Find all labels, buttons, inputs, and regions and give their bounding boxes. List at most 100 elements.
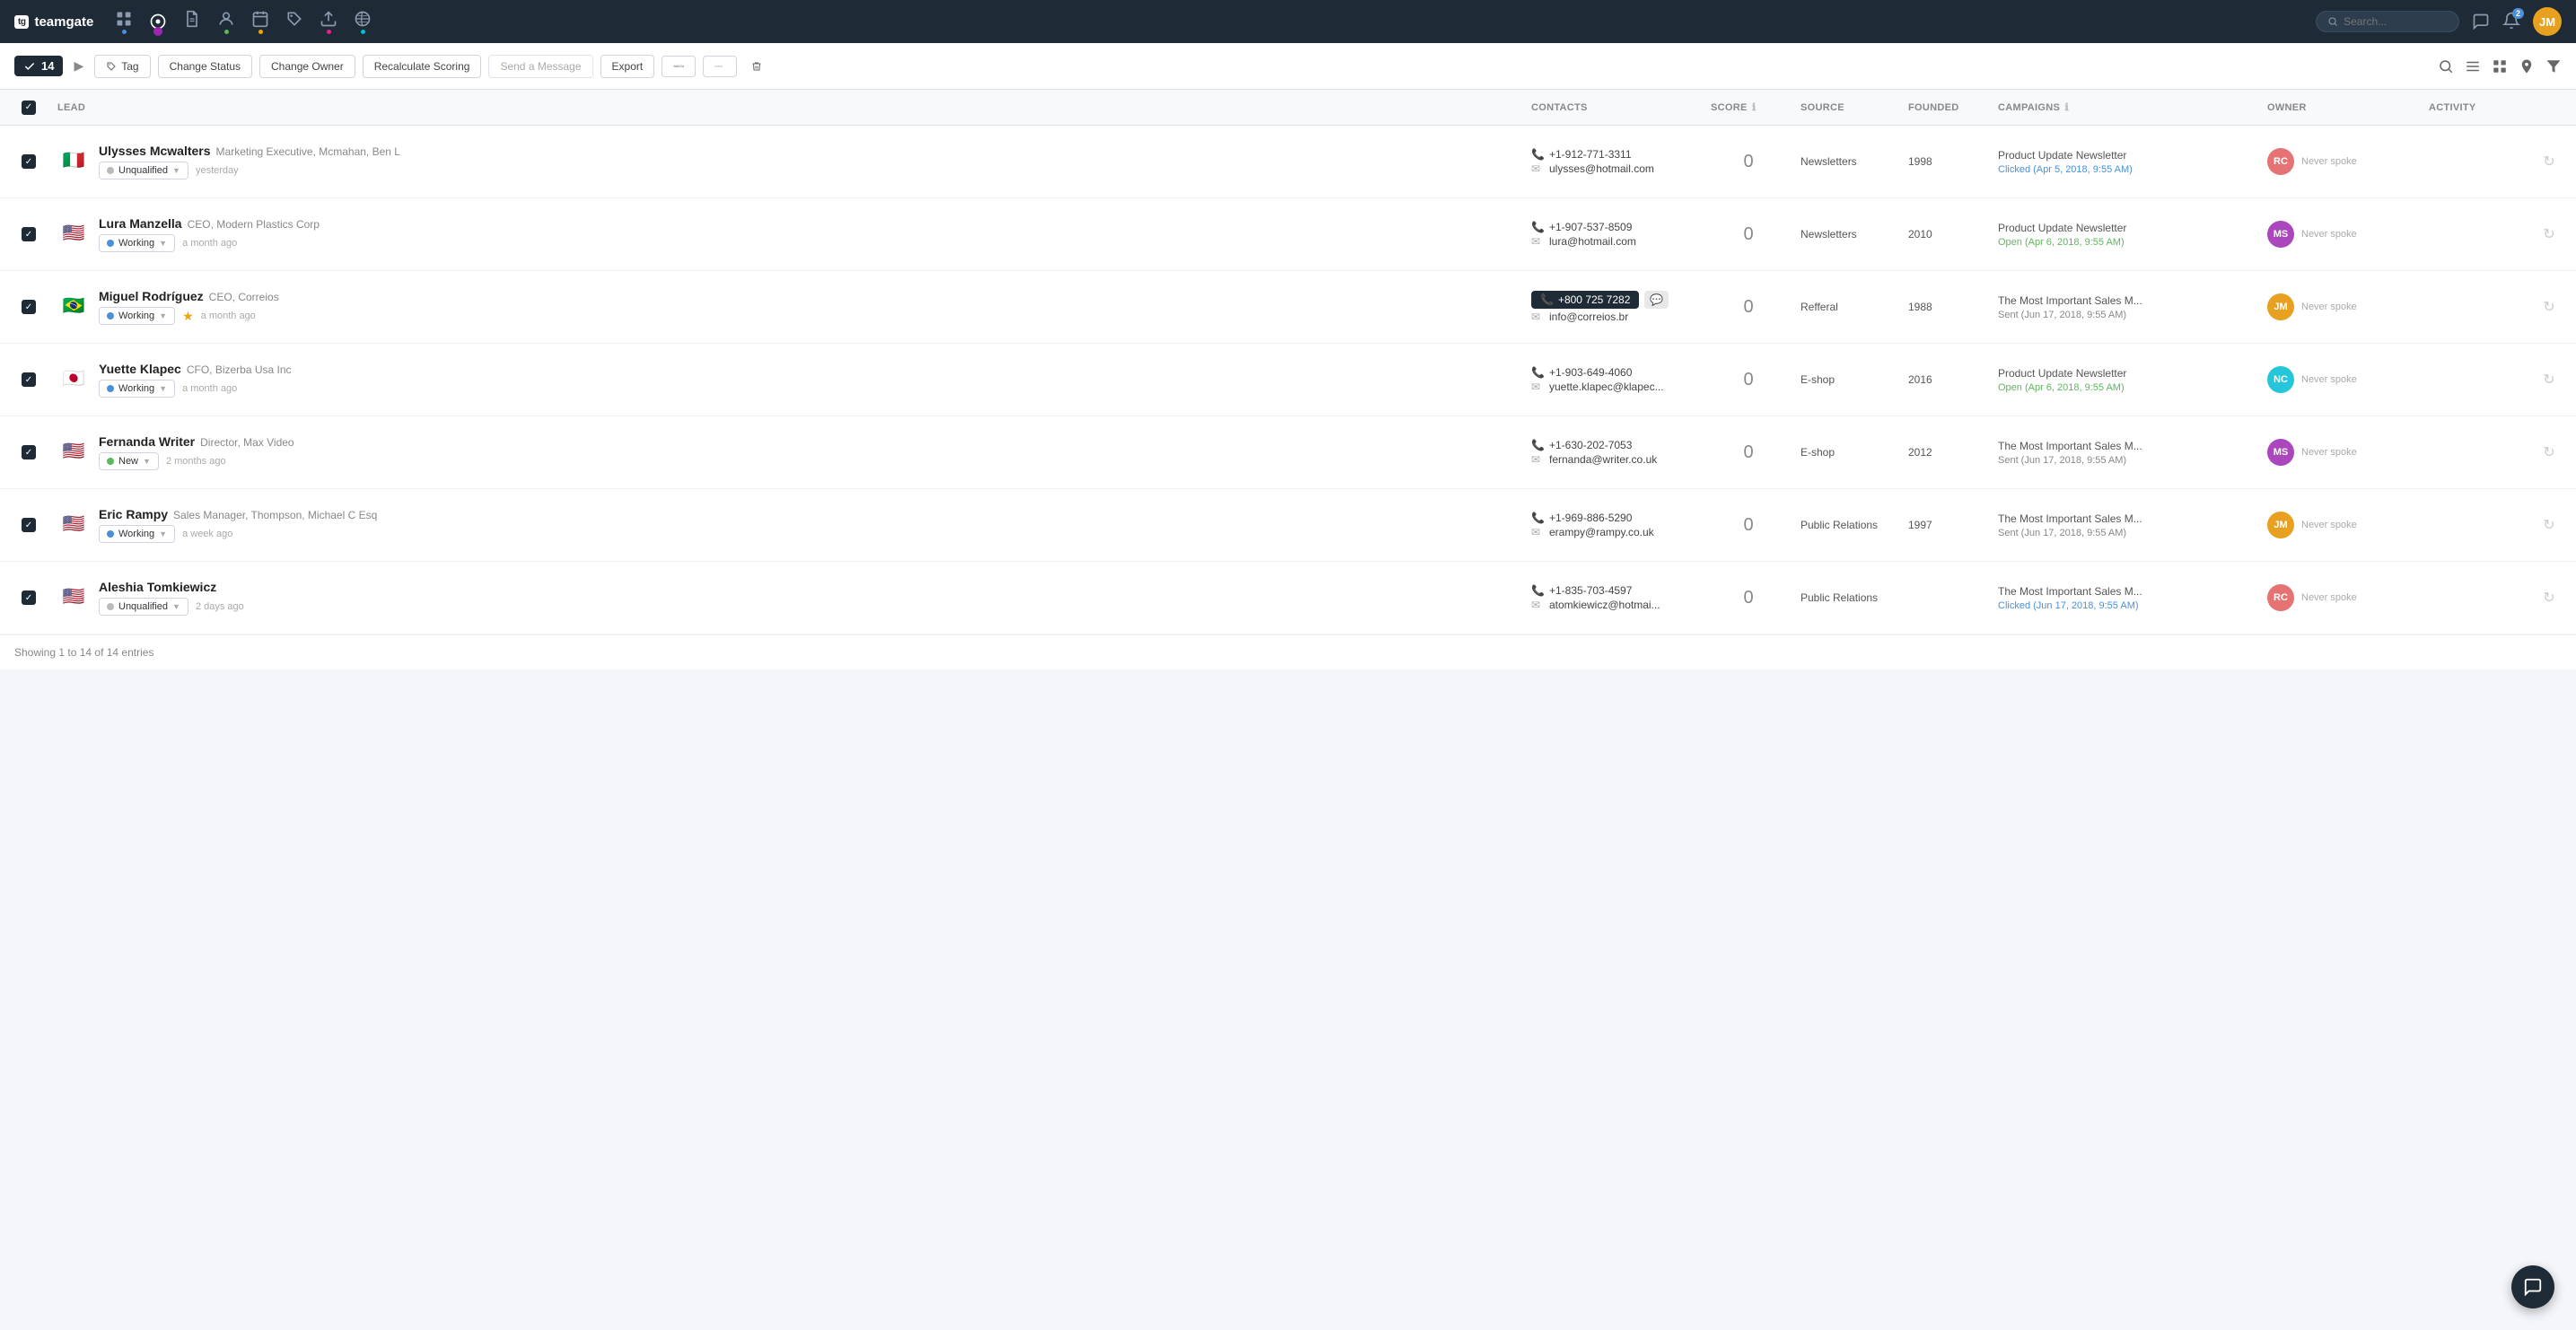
delete-button[interactable] <box>744 57 769 76</box>
grid-view-icon[interactable] <box>2492 58 2508 74</box>
lead-name[interactable]: Eric Rampy <box>99 507 168 521</box>
list-view-icon[interactable] <box>2465 58 2481 74</box>
lead-name[interactable]: Aleshia Tomkiewicz <box>99 580 216 594</box>
row-checkbox-cell[interactable] <box>7 300 50 314</box>
refresh-cell[interactable]: ↻ <box>2529 443 2569 461</box>
lead-name[interactable]: Ulysses Mcwalters <box>99 144 211 158</box>
nav-contacts[interactable] <box>149 13 167 31</box>
nav-calendar[interactable] <box>251 10 269 34</box>
refresh-icon[interactable]: ↻ <box>2543 516 2554 534</box>
refresh-cell[interactable]: ↻ <box>2529 153 2569 171</box>
score-info-icon: ℹ <box>1752 102 1756 113</box>
nav-right: 2 JM <box>2316 7 2562 36</box>
lead-info: Miguel Rodríguez CEO, Correios Working ▼… <box>99 289 279 325</box>
app-logo[interactable]: tg teamgate <box>14 14 93 30</box>
header-campaigns: Campaigns ℹ <box>1991 101 2260 113</box>
campaign-cell: The Most Important Sales M... Sent (Jun … <box>1991 512 2260 538</box>
user-avatar-top[interactable]: JM <box>2533 7 2562 36</box>
nav-people[interactable] <box>217 10 235 34</box>
status-badge[interactable]: Working ▼ <box>99 234 175 252</box>
refresh-icon[interactable]: ↻ <box>2543 225 2554 243</box>
top-search[interactable] <box>2316 11 2459 32</box>
row-checkbox[interactable] <box>22 154 36 169</box>
campaign-cell: The Most Important Sales M... Sent (Jun … <box>1991 440 2260 466</box>
lead-flag: 🇯🇵 <box>57 362 90 394</box>
status-badge[interactable]: Unqualified ▼ <box>99 598 188 616</box>
selected-count-badge[interactable]: 14 <box>14 56 63 76</box>
row-checkbox[interactable] <box>22 300 36 314</box>
campaign-cell: Product Update Newsletter Open (Apr 6, 2… <box>1991 367 2260 393</box>
campaign-cell: Product Update Newsletter Clicked (Apr 5… <box>1991 149 2260 175</box>
refresh-cell[interactable]: ↻ <box>2529 298 2569 316</box>
nav-messages[interactable] <box>2472 13 2490 31</box>
lead-cell: 🇧🇷 Miguel Rodríguez CEO, Correios Workin… <box>50 289 1524 325</box>
row-checkbox[interactable] <box>22 372 36 387</box>
row-checkbox-cell[interactable] <box>7 154 50 169</box>
search-toggle-icon[interactable] <box>2438 58 2454 74</box>
lead-name[interactable]: Fernanda Writer <box>99 434 195 449</box>
row-checkbox-cell[interactable] <box>7 372 50 387</box>
contacts-cell: 📞 +1-630-202-7053 ✉ fernanda@writer.co.u… <box>1524 437 1704 468</box>
header-contacts: Contacts <box>1524 102 1704 113</box>
refresh-cell[interactable]: ↻ <box>2529 225 2569 243</box>
lead-name[interactable]: Yuette Klapec <box>99 362 181 376</box>
lead-flag: 🇮🇹 <box>57 144 90 176</box>
lead-name[interactable]: Miguel Rodríguez <box>99 289 204 303</box>
mailchimp-button[interactable]: MailChimp <box>662 56 696 77</box>
chat-widget[interactable] <box>2511 1265 2554 1308</box>
map-view-icon[interactable] <box>2519 58 2535 74</box>
owner-cell: JM Never spoke <box>2260 293 2422 320</box>
filter-icon[interactable] <box>2545 58 2562 74</box>
row-checkbox[interactable] <box>22 518 36 532</box>
refresh-icon[interactable]: ↻ <box>2543 298 2554 316</box>
recalculate-scoring-button[interactable]: Recalculate Scoring <box>363 55 482 78</box>
owner-avatar: MS <box>2267 221 2294 248</box>
refresh-icon[interactable]: ↻ <box>2543 371 2554 389</box>
top-search-input[interactable] <box>2344 15 2448 28</box>
row-checkbox-cell[interactable] <box>7 445 50 459</box>
surveymonkey-button[interactable]: SurveyMonkey <box>703 56 737 77</box>
select-all-checkbox[interactable] <box>22 101 36 115</box>
status-label: Unqualified <box>118 601 168 612</box>
founded-cell: 1998 <box>1901 155 1991 168</box>
nav-dot-calendar <box>258 30 263 34</box>
lead-name[interactable]: Lura Manzella <box>99 216 182 231</box>
row-checkbox[interactable] <box>22 591 36 605</box>
refresh-icon[interactable]: ↻ <box>2543 443 2554 461</box>
change-status-button[interactable]: Change Status <box>158 55 252 78</box>
campaign-name: Product Update Newsletter <box>1998 149 2253 162</box>
nav-dashboard[interactable] <box>115 10 133 34</box>
nav-upload[interactable] <box>320 10 337 34</box>
status-badge[interactable]: Working ▼ <box>99 307 175 325</box>
tag-button[interactable]: Tag <box>94 55 150 78</box>
header-checkbox-cell[interactable] <box>7 101 50 115</box>
refresh-cell[interactable]: ↻ <box>2529 589 2569 607</box>
lead-info: Fernanda Writer Director, Max Video New … <box>99 434 294 470</box>
change-owner-button[interactable]: Change Owner <box>259 55 355 78</box>
refresh-cell[interactable]: ↻ <box>2529 371 2569 389</box>
activity-text: Never spoke <box>2301 520 2357 530</box>
status-badge[interactable]: New ▼ <box>99 452 159 470</box>
export-button[interactable]: Export <box>600 55 655 78</box>
status-badge[interactable]: Working ▼ <box>99 380 175 398</box>
refresh-cell[interactable]: ↻ <box>2529 516 2569 534</box>
row-checkbox-cell[interactable] <box>7 518 50 532</box>
nav-documents[interactable] <box>183 10 201 34</box>
refresh-icon[interactable]: ↻ <box>2543 153 2554 171</box>
refresh-icon[interactable]: ↻ <box>2543 589 2554 607</box>
contacts-cell: 📞 +800 725 7282 💬 ✉ info@correios.br <box>1524 289 1704 325</box>
row-checkbox[interactable] <box>22 227 36 241</box>
status-badge[interactable]: Working ▼ <box>99 525 175 543</box>
nav-globe[interactable] <box>354 10 372 34</box>
nav-tag[interactable] <box>285 10 303 34</box>
lead-cell: 🇯🇵 Yuette Klapec CFO, Bizerba Usa Inc Wo… <box>50 362 1524 398</box>
row-checkbox-cell[interactable] <box>7 227 50 241</box>
owner-avatar: RC <box>2267 584 2294 611</box>
row-checkbox-cell[interactable] <box>7 591 50 605</box>
table-footer: Showing 1 to 14 of 14 entries <box>0 634 2576 669</box>
send-message-button[interactable]: Send a Message <box>488 55 592 78</box>
row-checkbox[interactable] <box>22 445 36 459</box>
expand-selection-arrow[interactable]: ▶ <box>70 58 87 74</box>
status-badge[interactable]: Unqualified ▼ <box>99 162 188 179</box>
notification-bell[interactable]: 2 <box>2502 12 2520 32</box>
